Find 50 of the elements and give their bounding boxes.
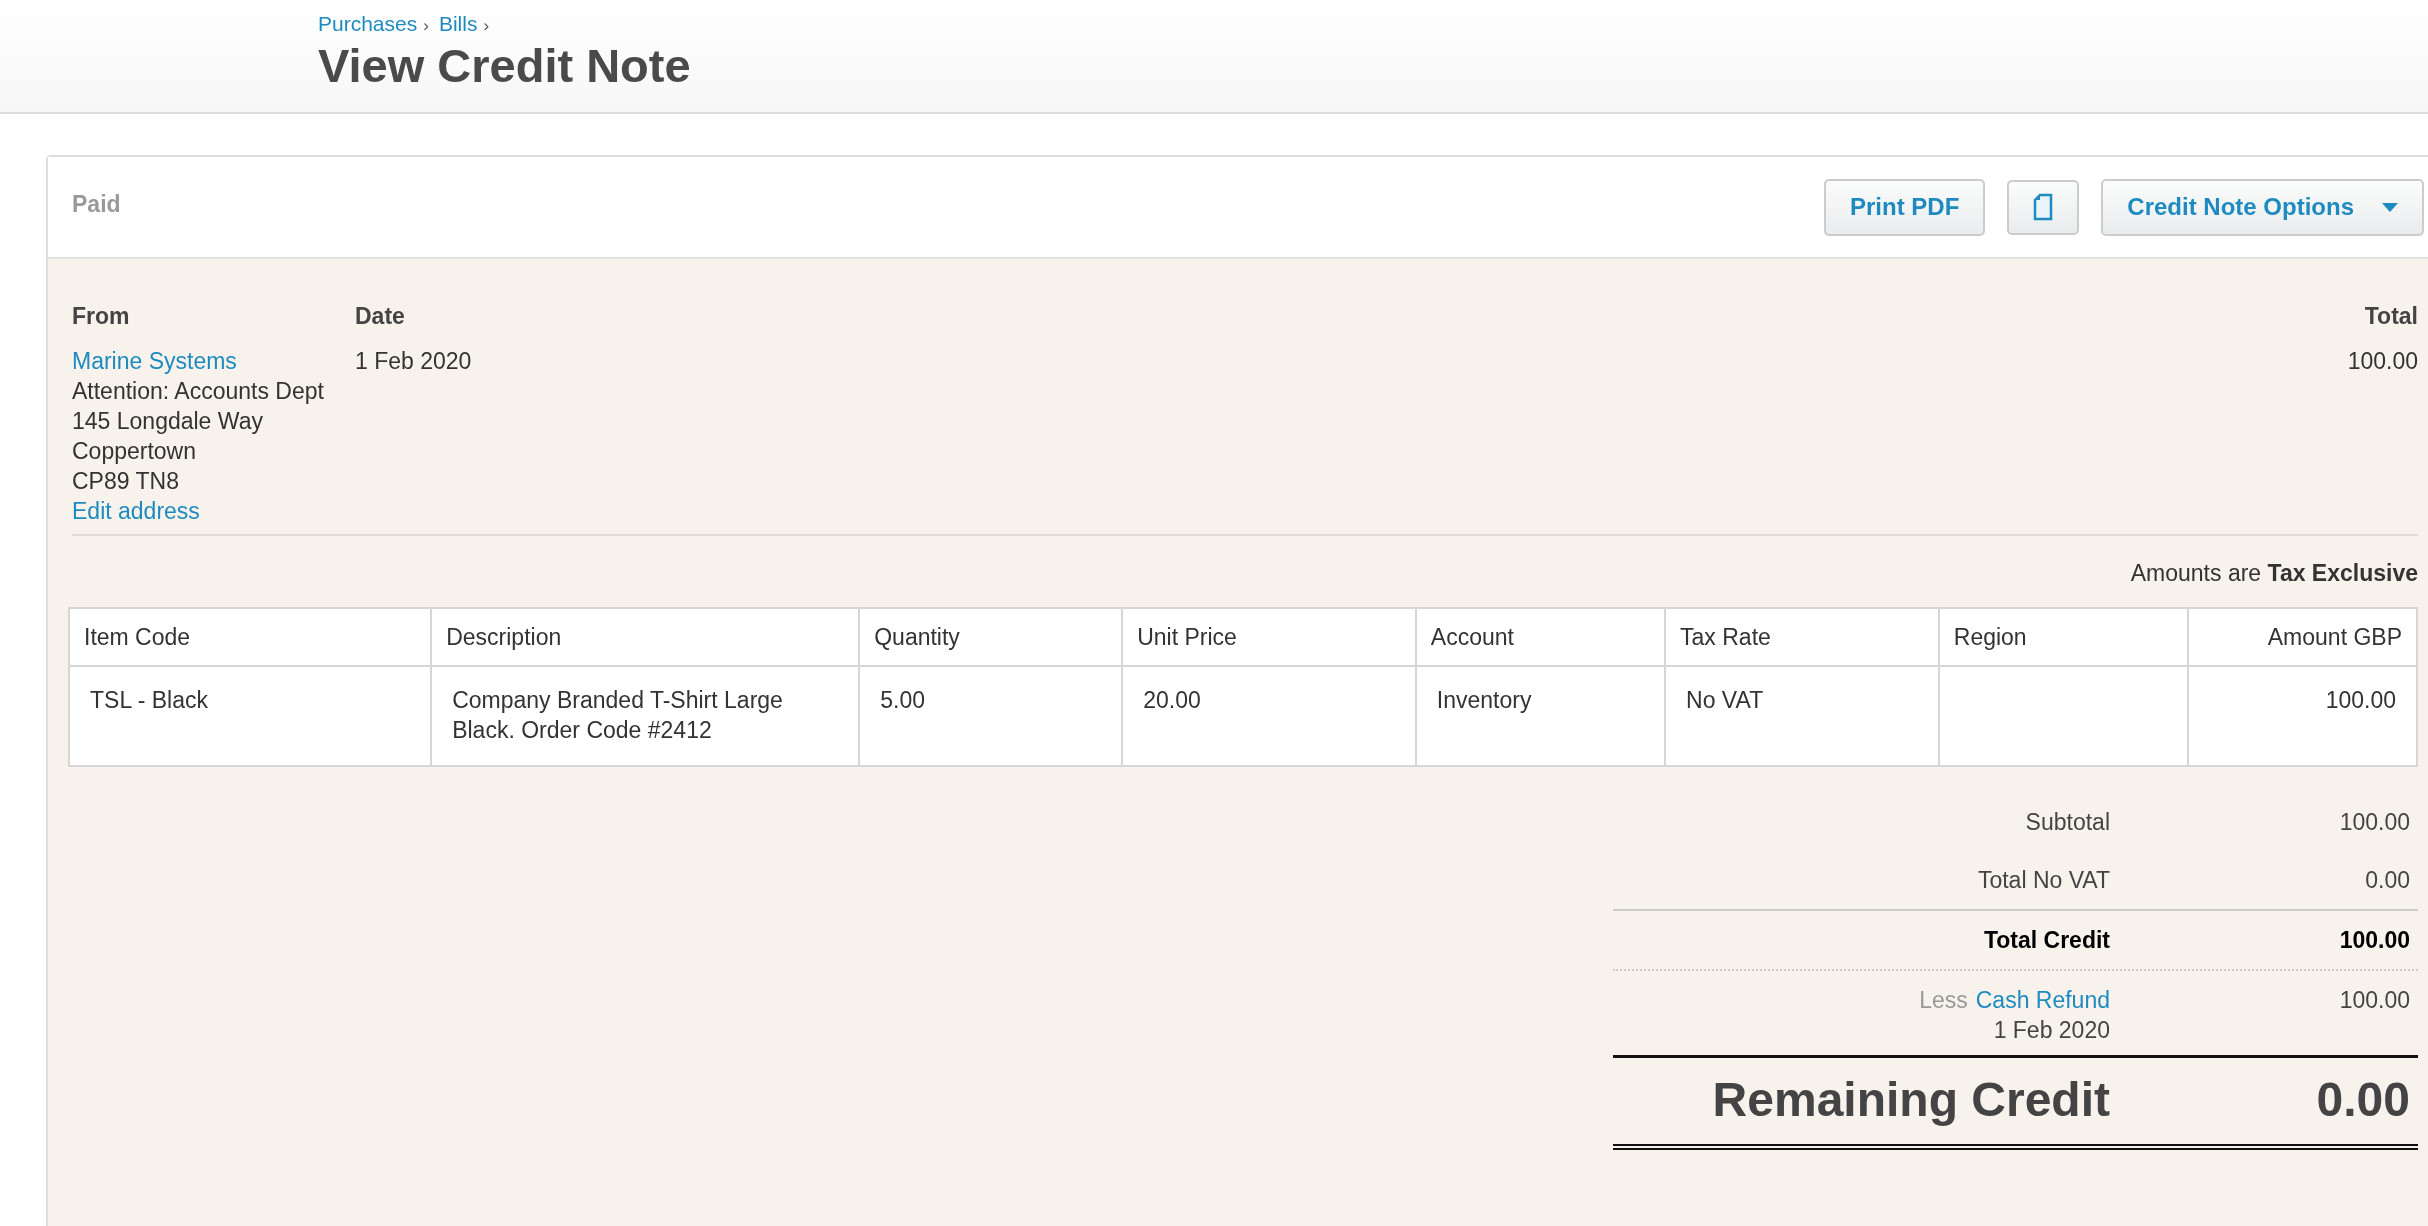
column-header: Description [431,608,860,666]
date-heading: Date [355,302,406,331]
status-label: Paid [72,190,122,218]
remaining-credit-label: Remaining Credit [1711,1072,2110,1128]
address-line: CP89 TN8 [72,467,180,496]
table-cell: Company Branded T-Shirt Large Black. Order Code #2412 [431,666,860,766]
edit-address-link[interactable]: Edit address [72,498,200,524]
date-value: 1 Feb 2020 [355,347,473,376]
table-cell: 100.00 [2187,666,2417,766]
refund-amount-link[interactable]: 100.00 [2110,985,2410,1045]
cash-refund-link[interactable]: Cash Refund [1975,987,2110,1013]
column-header: Tax Rate [1665,608,1939,666]
page-title: View Credit Note [318,38,692,93]
column-header: Amount GBP [2187,608,2417,666]
column-header: Unit Price [1122,608,1416,666]
document-button[interactable] [2007,179,2080,235]
breadcrumb-link[interactable]: Bills [438,12,478,36]
less-label: Less [1919,987,1968,1013]
column-header: Quantity [859,608,1123,666]
breadcrumb-separator: › [423,16,429,36]
total-value: 100.00 [2338,926,2410,955]
total-amount: 100.00 [2347,347,2418,376]
table-cell: No VAT [1665,666,1939,766]
total-value: 100.00 [2338,808,2410,837]
refund-date: 1 Feb 2020 [1993,1016,2110,1045]
total-label: Total No VAT [1976,866,2110,895]
table-cell: 20.00 [1122,666,1416,766]
column-header: Item Code [69,608,432,666]
breadcrumb-separator: › [483,16,490,36]
remaining-credit-value: 0.00 [2315,1072,2410,1128]
table-cell: 5.00 [859,666,1123,766]
address-line: 145 Longdale Way [72,407,264,436]
document-icon [2033,193,2054,221]
total-label: Total Credit [1982,926,2110,955]
amounts-note: Amounts are Tax Exclusive [2130,560,2418,586]
options-dropdown-button[interactable]: Credit Note Options [2101,178,2424,236]
table-cell: Inventory [1415,666,1666,766]
total-heading: Total [2363,302,2418,331]
table-cell: TSL - Black [69,666,432,766]
column-header: Account [1415,608,1666,666]
contact-link[interactable]: Marine Systems [72,348,237,374]
total-label: Subtotal [2024,808,2110,837]
caret-icon [2382,202,2398,212]
print-pdf-button[interactable]: Print PDF [1824,178,1986,236]
column-header: Region [1938,608,2188,666]
from-heading: From [72,302,131,331]
breadcrumb-link[interactable]: Purchases [318,12,418,36]
address-line: Coppertown [72,437,198,466]
address-line: Attention: Accounts Dept [72,377,325,406]
total-value: 0.00 [2364,866,2410,895]
